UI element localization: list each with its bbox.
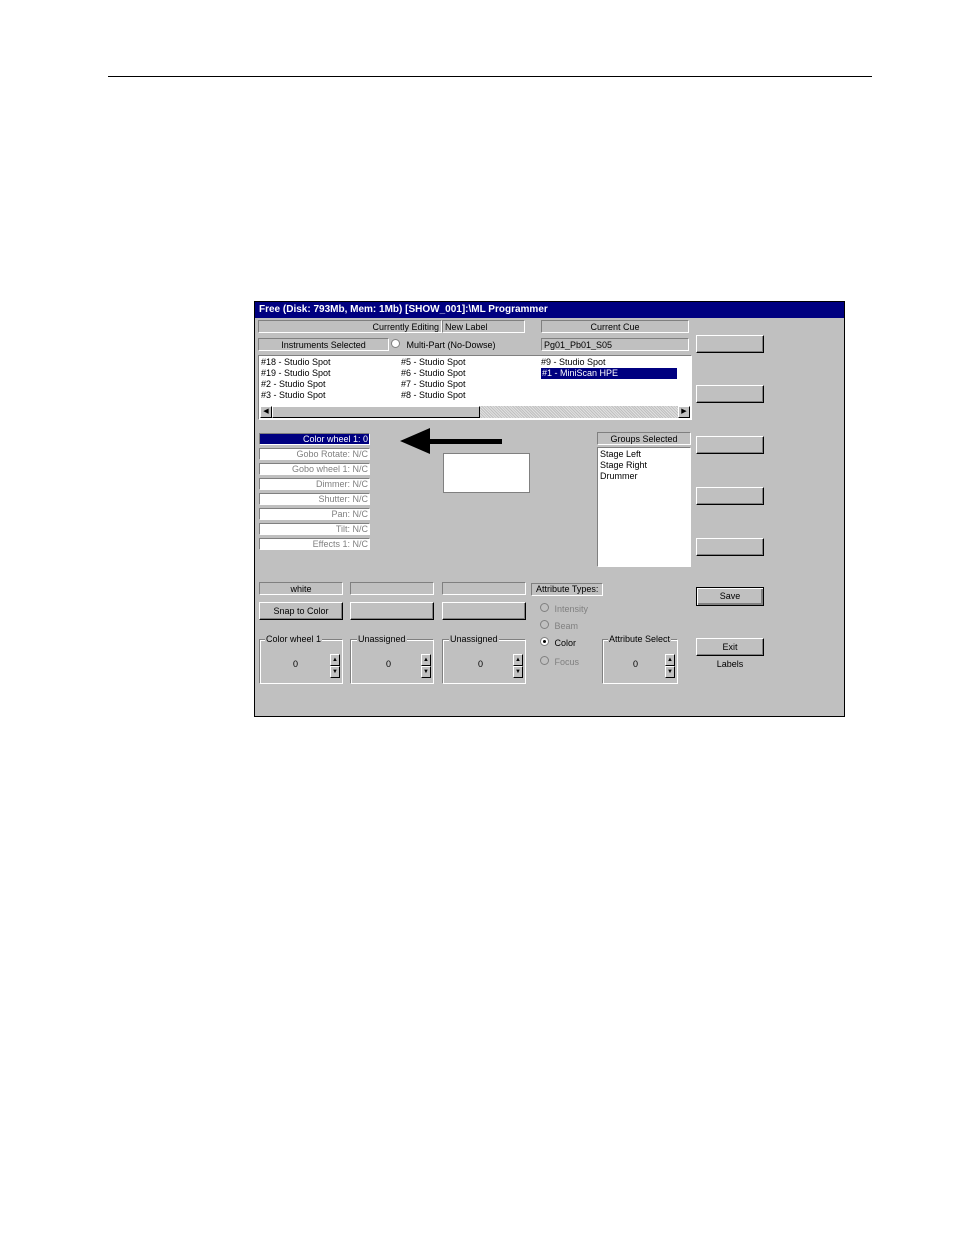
spin-down-icon[interactable]: ▼ bbox=[513, 666, 523, 678]
list-item[interactable]: #7 - Studio Spot bbox=[401, 379, 466, 390]
right-button-2[interactable] bbox=[696, 385, 764, 403]
spin-down-icon[interactable]: ▼ bbox=[421, 666, 431, 678]
attribute-item-selected[interactable]: Color wheel 1: 0 bbox=[259, 433, 370, 445]
exit-button[interactable]: Exit bbox=[696, 638, 764, 656]
radio-selected-icon[interactable] bbox=[540, 637, 549, 646]
instruments-scrollbar[interactable]: ◀ ▶ bbox=[260, 406, 690, 418]
spinner-title: Unassigned bbox=[449, 634, 499, 645]
attribute-item[interactable]: Effects 1: N/C bbox=[259, 538, 370, 550]
list-item[interactable]: #6 - Studio Spot bbox=[401, 368, 466, 379]
scroll-thumb[interactable] bbox=[272, 406, 480, 418]
list-item[interactable]: Stage Right bbox=[598, 460, 690, 471]
labels-caption: Labels bbox=[716, 659, 744, 669]
scroll-track[interactable] bbox=[480, 406, 678, 418]
groups-selected-label: Groups Selected bbox=[597, 432, 691, 445]
save-button[interactable]: Save bbox=[696, 587, 764, 606]
blank-button-1[interactable] bbox=[350, 602, 434, 620]
attribute-item[interactable]: Shutter: N/C bbox=[259, 493, 370, 505]
right-button-1[interactable] bbox=[696, 335, 764, 353]
list-item-selected[interactable]: #1 - MiniScan HPE bbox=[541, 368, 677, 379]
scroll-right-icon[interactable]: ▶ bbox=[678, 406, 690, 418]
spinner-title: Color wheel 1 bbox=[265, 634, 323, 645]
ml-programmer-window: Free (Disk: 793Mb, Mem: 1Mb) [SHOW_001]:… bbox=[254, 301, 845, 717]
attribute-item[interactable]: Gobo wheel 1: N/C bbox=[259, 463, 370, 475]
spinner-group-color-wheel: Color wheel 1 0 ▲ ▼ bbox=[259, 634, 343, 684]
spinner-value[interactable]: 0 bbox=[293, 659, 298, 670]
multipart-label: Multi-Part (No-Dowse) bbox=[406, 340, 496, 350]
page-top-rule bbox=[108, 76, 872, 77]
spinner-group-unassigned-1: Unassigned 0 ▲ ▼ bbox=[350, 634, 434, 684]
attr-type-label: Focus bbox=[554, 657, 580, 667]
list-item[interactable]: #2 - Studio Spot bbox=[261, 379, 331, 390]
attribute-item[interactable]: Tilt: N/C bbox=[259, 523, 370, 535]
attr-type-color[interactable]: Color bbox=[540, 637, 576, 649]
spin-up-icon[interactable]: ▲ bbox=[513, 654, 523, 666]
attribute-item[interactable]: Gobo Rotate: N/C bbox=[259, 448, 370, 460]
currently-editing-value: New Label bbox=[442, 320, 525, 333]
spinner-group-attribute-select: Attribute Select 0 ▲ ▼ bbox=[602, 634, 678, 684]
instruments-col-2: #5 - Studio Spot #6 - Studio Spot #7 - S… bbox=[401, 357, 466, 401]
attr-type-label: Intensity bbox=[554, 604, 589, 614]
spin-down-icon[interactable]: ▼ bbox=[665, 666, 675, 678]
blank-value-field-2 bbox=[442, 582, 526, 595]
spinner-title: Unassigned bbox=[357, 634, 407, 645]
current-cue-label: Current Cue bbox=[541, 320, 689, 333]
instruments-col-3: #9 - Studio Spot #1 - MiniScan HPE bbox=[541, 357, 677, 379]
list-item[interactable]: #5 - Studio Spot bbox=[401, 357, 466, 368]
attr-type-focus[interactable]: Focus bbox=[540, 656, 579, 668]
spinner-title: Attribute Select bbox=[608, 634, 672, 645]
spin-up-icon[interactable]: ▲ bbox=[330, 654, 340, 666]
current-cue-value: Pg01_Pb01_S05 bbox=[541, 338, 689, 351]
right-button-5[interactable] bbox=[696, 538, 764, 556]
scroll-left-icon[interactable]: ◀ bbox=[260, 406, 272, 418]
spinner-value[interactable]: 0 bbox=[633, 659, 638, 670]
instruments-col-1: #18 - Studio Spot #19 - Studio Spot #2 -… bbox=[261, 357, 331, 401]
list-item[interactable]: #18 - Studio Spot bbox=[261, 357, 331, 368]
attr-type-label: Beam bbox=[554, 621, 579, 631]
spinner-value[interactable]: 0 bbox=[386, 659, 391, 670]
radio-icon[interactable] bbox=[540, 656, 549, 665]
blank-button-2[interactable] bbox=[442, 602, 526, 620]
list-item[interactable]: #19 - Studio Spot bbox=[261, 368, 331, 379]
spin-up-icon[interactable]: ▲ bbox=[421, 654, 431, 666]
attribute-types-label: Attribute Types: bbox=[531, 583, 604, 596]
list-item[interactable]: #8 - Studio Spot bbox=[401, 390, 466, 401]
radio-icon[interactable] bbox=[540, 620, 549, 629]
right-button-3[interactable] bbox=[696, 436, 764, 454]
radio-icon[interactable] bbox=[540, 603, 549, 612]
attr-type-intensity[interactable]: Intensity bbox=[540, 603, 588, 615]
attr-type-beam[interactable]: Beam bbox=[540, 620, 578, 632]
instruments-list[interactable]: #18 - Studio Spot #19 - Studio Spot #2 -… bbox=[258, 355, 692, 420]
multipart-radio-icon[interactable] bbox=[391, 339, 400, 348]
attr-type-label: Color bbox=[554, 638, 577, 648]
window-title: Free (Disk: 793Mb, Mem: 1Mb) [SHOW_001]:… bbox=[255, 302, 844, 318]
list-item[interactable]: Drummer bbox=[598, 471, 690, 482]
list-item[interactable]: Stage Left bbox=[598, 448, 690, 460]
attribute-item[interactable]: Pan: N/C bbox=[259, 508, 370, 520]
right-button-4[interactable] bbox=[696, 487, 764, 505]
multipart-option[interactable]: Multi-Part (No-Dowse) bbox=[391, 339, 496, 351]
list-item[interactable]: #3 - Studio Spot bbox=[261, 390, 331, 401]
currently-editing-label: Currently Editing bbox=[258, 320, 442, 333]
spinner-group-unassigned-2: Unassigned 0 ▲ ▼ bbox=[442, 634, 526, 684]
attribute-list[interactable]: Color wheel 1: 0 Gobo Rotate: N/C Gobo w… bbox=[259, 433, 370, 550]
pointer-arrow-icon bbox=[400, 428, 502, 454]
groups-list[interactable]: Stage Left Stage Right Drummer bbox=[597, 447, 691, 567]
spin-up-icon[interactable]: ▲ bbox=[665, 654, 675, 666]
instruments-selected-label: Instruments Selected bbox=[258, 338, 389, 351]
spin-down-icon[interactable]: ▼ bbox=[330, 666, 340, 678]
color-value-field: white bbox=[259, 582, 343, 595]
blank-value-field-1 bbox=[350, 582, 434, 595]
list-item[interactable]: #9 - Studio Spot bbox=[541, 357, 677, 368]
spinner-value[interactable]: 0 bbox=[478, 659, 483, 670]
attribute-item[interactable]: Dimmer: N/C bbox=[259, 478, 370, 490]
snap-to-color-button[interactable]: Snap to Color bbox=[259, 602, 343, 620]
blank-label-box bbox=[443, 453, 530, 493]
